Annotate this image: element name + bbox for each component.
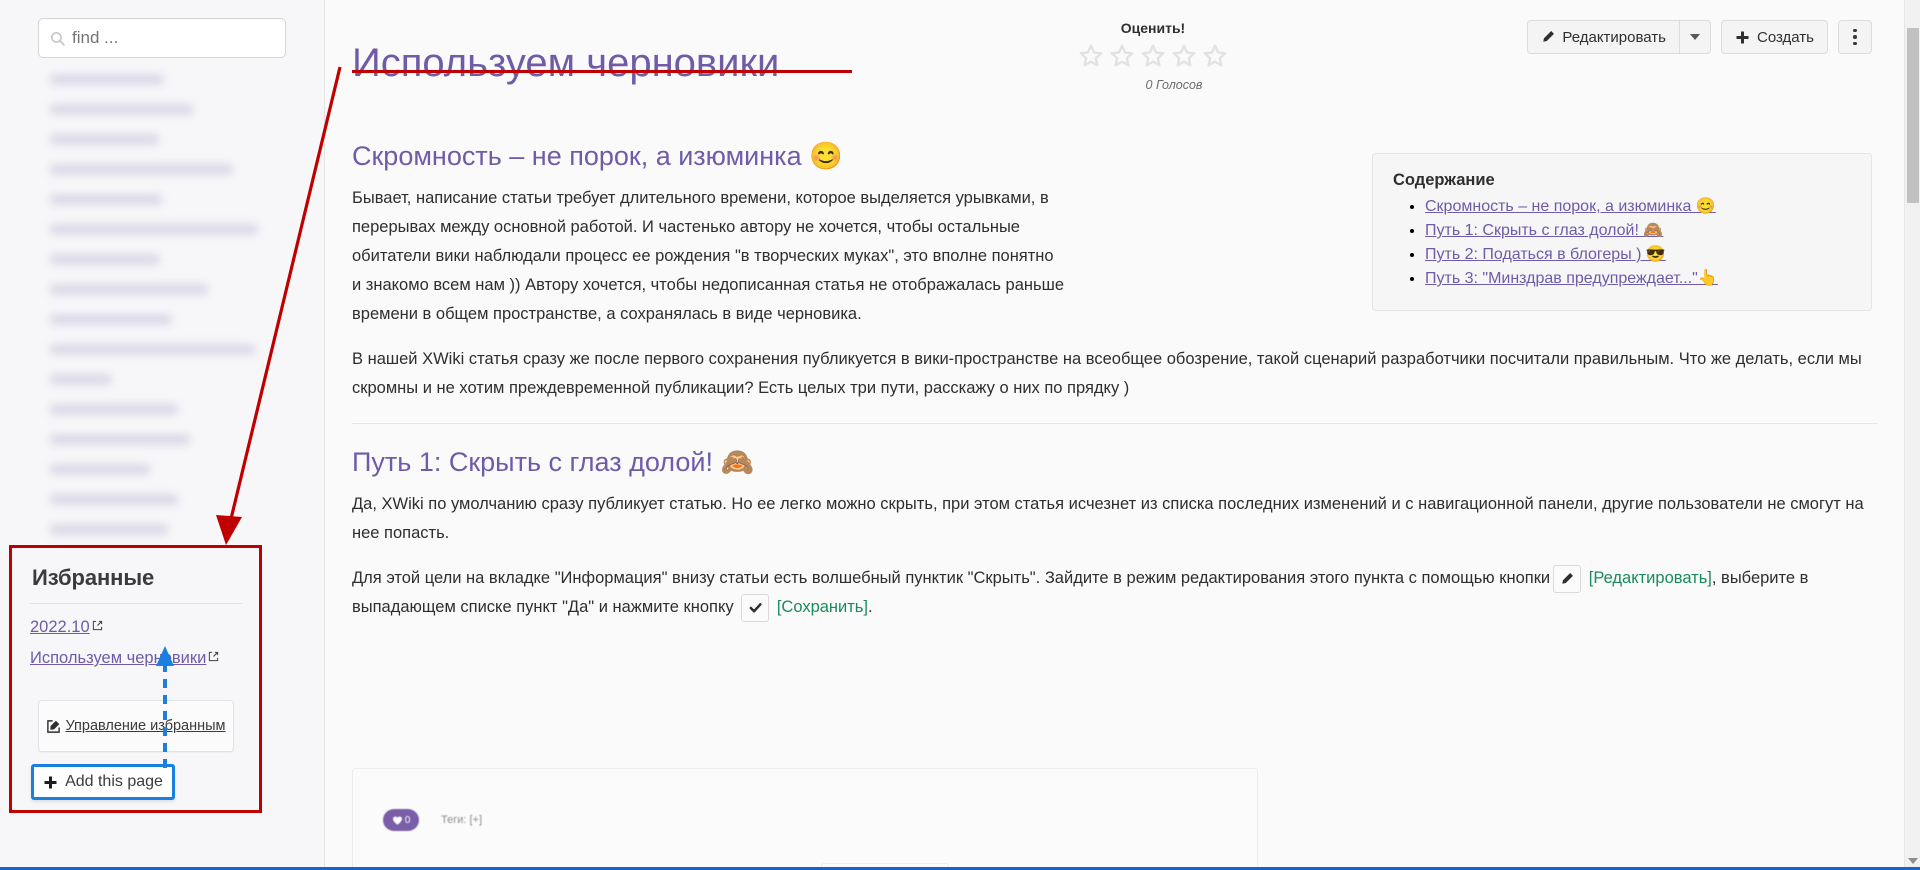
vertical-dots-icon: [1853, 29, 1857, 46]
sidebar-nav-item[interactable]: [50, 494, 178, 505]
scrollbar-thumb[interactable]: [1907, 28, 1919, 203]
embedded-screenshot: 0 Теги: [+]: [352, 768, 1258, 870]
paragraph-4: Для этой цели на вкладке "Информация" вн…: [352, 564, 1864, 622]
sidebar-nav-item[interactable]: [50, 314, 172, 325]
scroll-down-arrow-icon[interactable]: [1908, 858, 1918, 864]
list-item: Скромность – не порок, а изюминка 😊: [1425, 196, 1851, 216]
more-actions-button[interactable]: [1838, 20, 1872, 54]
plus-icon: [43, 775, 58, 790]
search-box-wrapper: [38, 18, 286, 58]
pencil-icon: [1560, 572, 1574, 586]
divider: [352, 423, 1878, 424]
create-button-label: Создать: [1757, 29, 1814, 46]
embedded-screenshot-row: 0 Теги: [+]: [383, 809, 482, 831]
sidebar-nav-blurred[interactable]: [50, 74, 310, 554]
edit-dropdown-button[interactable]: [1679, 20, 1711, 54]
rating-label: Оценить!: [1048, 20, 1258, 36]
search-input[interactable]: [70, 27, 275, 49]
annotation-red-underline: [352, 70, 852, 73]
annotation-blue-arrow: [150, 640, 180, 770]
sidebar-nav-item[interactable]: [50, 464, 150, 475]
edit-button[interactable]: Редактировать: [1527, 20, 1679, 54]
sidebar-nav-item[interactable]: [50, 104, 193, 115]
heart-icon: [392, 815, 403, 826]
app-window: Избранные 2022.10 Используем черновики У…: [0, 0, 1920, 870]
sidebar-nav-item[interactable]: [50, 74, 164, 85]
toc-link-4[interactable]: Путь 3: "Минздрав предупреждает..."👆: [1425, 270, 1718, 287]
sidebar-nav-item[interactable]: [50, 284, 208, 295]
star-icon[interactable]: [1109, 43, 1135, 69]
create-button[interactable]: Создать: [1721, 20, 1828, 54]
toc-title: Содержание: [1393, 171, 1851, 190]
sidebar-nav-item[interactable]: [50, 404, 178, 415]
paragraph-3: Да, XWiki по умолчанию сразу публикует с…: [352, 490, 1864, 548]
article-body: Скромность – не порок, а изюминка 😊 Быва…: [326, 140, 1904, 638]
rating-votes: 0 Голосов: [1090, 78, 1258, 92]
page-actions: Редактировать Создать: [1527, 20, 1872, 54]
edit-button-group: Редактировать: [1527, 20, 1711, 54]
star-icon[interactable]: [1171, 43, 1197, 69]
sidebar-nav-item[interactable]: [50, 434, 190, 445]
add-this-page-label: Add this page: [65, 773, 163, 791]
inline-save-button[interactable]: [741, 594, 769, 622]
page-title: Используем черновики: [352, 41, 779, 86]
list-item: Путь 3: "Минздрав предупреждает..."👆: [1425, 268, 1851, 288]
paragraph-2: В нашей XWiki статья сразу же после перв…: [352, 345, 1864, 403]
sidebar-nav-item[interactable]: [50, 164, 233, 175]
like-button: 0: [383, 809, 419, 831]
paragraph-4-text-c: .: [868, 598, 873, 616]
tags-label: Теги: [+]: [441, 814, 482, 826]
inline-edit-button[interactable]: [1553, 565, 1581, 593]
inline-save-link[interactable]: [Сохранить]: [777, 598, 868, 616]
rating-stars[interactable]: [1048, 43, 1258, 69]
paragraph-4-text-a: Для этой цели на вкладке "Информация" вн…: [352, 569, 1550, 587]
sidebar-nav-item[interactable]: [50, 524, 168, 535]
sidebar-nav-item[interactable]: [50, 224, 258, 235]
section-heading-2: Путь 1: Скрыть с глаз долой! 🙈: [352, 446, 1904, 478]
toc-link-3[interactable]: Путь 2: Податься в блогеры ) 😎: [1425, 246, 1666, 263]
main-content: Используем черновики Оценить! 0 Голосов: [326, 0, 1904, 870]
search-box[interactable]: [38, 18, 286, 58]
edit-button-label: Редактировать: [1562, 29, 1666, 46]
list-item: Путь 1: Скрыть с глаз долой! 🙈: [1425, 220, 1851, 240]
checkmark-icon: [748, 600, 763, 615]
star-icon[interactable]: [1202, 43, 1228, 69]
sidebar-nav-item[interactable]: [50, 254, 160, 265]
sidebar-nav-item[interactable]: [50, 344, 255, 355]
table-of-contents: Содержание Скромность – не порок, а изюм…: [1372, 153, 1872, 311]
toc-list: Скромность – не порок, а изюминка 😊 Путь…: [1393, 196, 1851, 288]
star-icon[interactable]: [1078, 43, 1104, 69]
list-item: Путь 2: Податься в блогеры ) 😎: [1425, 244, 1851, 264]
pencil-icon: [1541, 30, 1555, 44]
toc-link-1[interactable]: Скромность – не порок, а изюминка 😊: [1425, 198, 1716, 215]
paragraph-1: Бывает, написание статьи требует длитель…: [352, 184, 1064, 329]
search-icon: [49, 30, 66, 47]
plus-icon: [1735, 30, 1750, 45]
inline-edit-link[interactable]: [Редактировать]: [1589, 569, 1712, 587]
star-icon[interactable]: [1140, 43, 1166, 69]
rating-widget: Оценить! 0 Голосов: [1048, 20, 1258, 92]
like-count: 0: [405, 815, 411, 826]
chevron-down-icon: [1690, 34, 1700, 40]
sidebar: Избранные 2022.10 Используем черновики У…: [0, 0, 325, 870]
vertical-scrollbar[interactable]: [1904, 0, 1920, 870]
sidebar-nav-item[interactable]: [50, 194, 162, 205]
toc-link-2[interactable]: Путь 1: Скрыть с глаз долой! 🙈: [1425, 222, 1663, 239]
sidebar-nav-item[interactable]: [50, 134, 159, 145]
sidebar-nav-item[interactable]: [50, 374, 112, 385]
